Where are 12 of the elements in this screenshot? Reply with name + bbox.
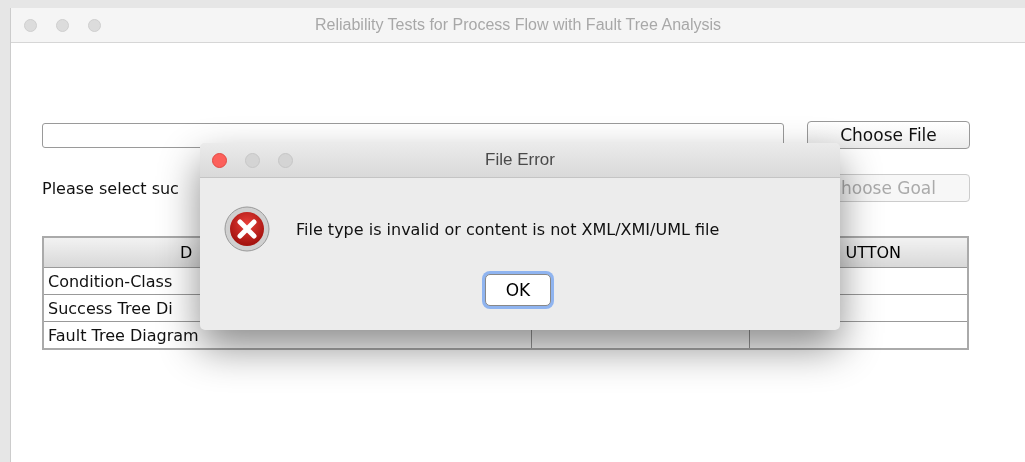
zoom-button[interactable] [278,152,293,168]
dialog-title: File Error [485,150,555,170]
window-title: Reliability Tests for Process Flow with Fault Tree Analysis [314,16,722,34]
choose-file-button[interactable]: Choose File [807,121,970,149]
error-icon [224,206,270,252]
close-button[interactable] [212,152,227,168]
ok-button[interactable]: OK [485,274,551,306]
minimize-button[interactable] [245,152,260,168]
goal-prompt: Please select suc [42,178,180,198]
minimize-button[interactable] [56,18,69,32]
error-message: File type is invalid or content is not XML/XMI/UML file [296,219,720,239]
zoom-button[interactable] [88,18,101,32]
